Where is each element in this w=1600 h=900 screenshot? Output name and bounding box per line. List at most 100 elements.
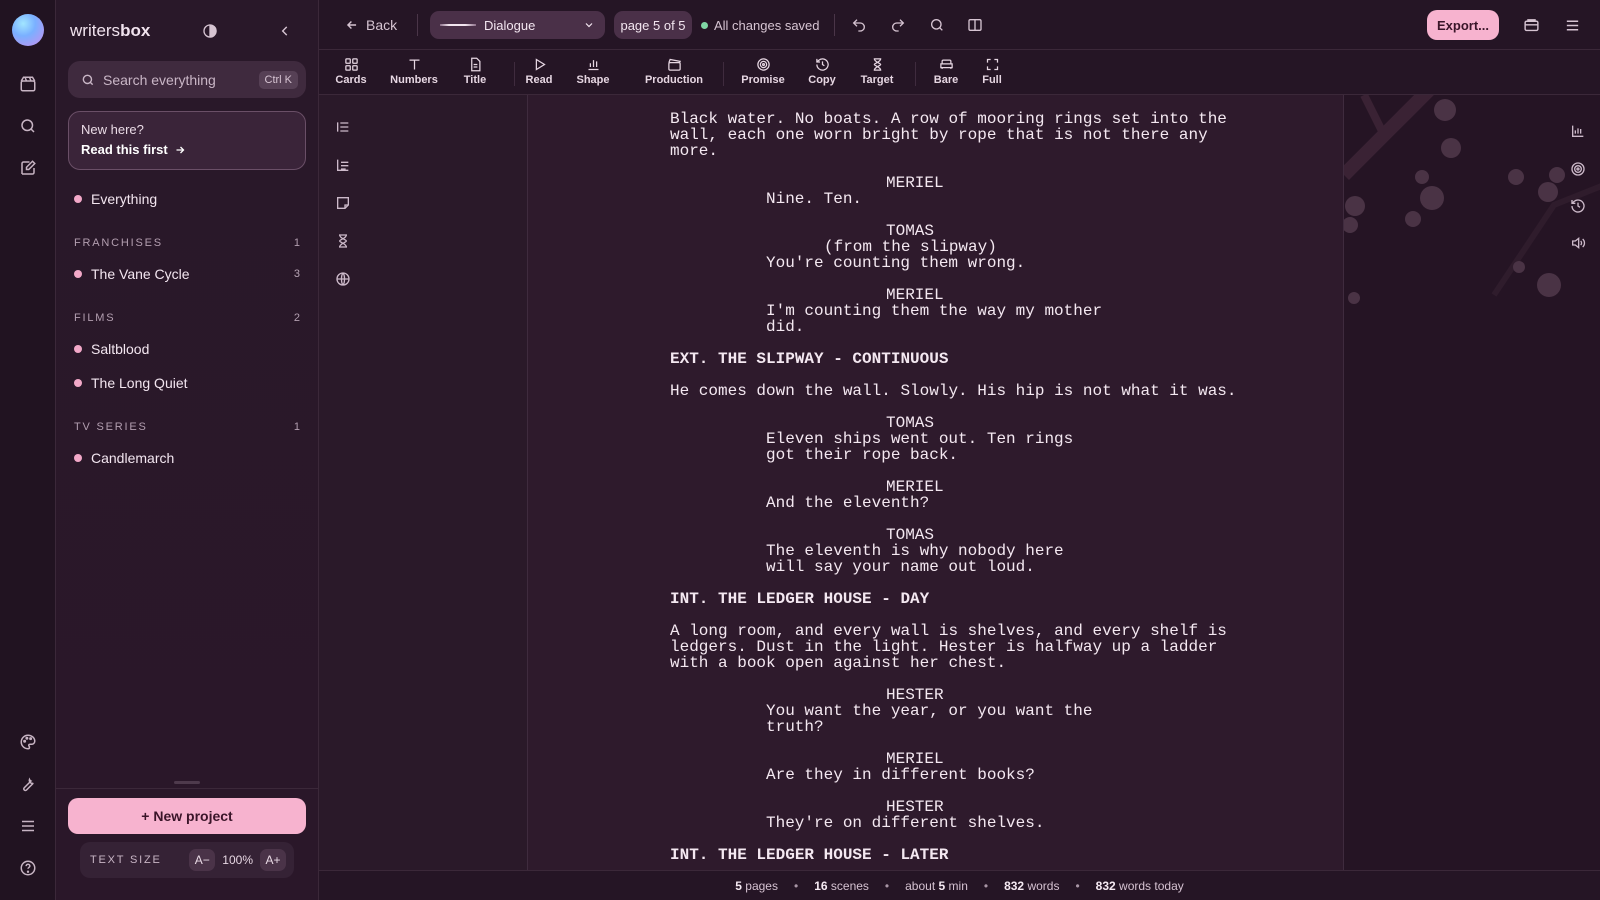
script-dialogue-line[interactable]: Nine. Ten. bbox=[670, 191, 1237, 207]
script-action-line[interactable]: Black water. No boats. A row of mooring … bbox=[670, 111, 1237, 127]
script-scene-line[interactable]: EXT. THE SLIPWAY - CONTINUOUS bbox=[670, 351, 1237, 367]
script-action-line[interactable]: ledgers. Dust in the light. Hester is ha… bbox=[670, 639, 1237, 655]
shape-tool-button[interactable]: Shape bbox=[563, 57, 623, 86]
script-dialogue-line[interactable]: They're on different shelves. bbox=[670, 815, 1237, 831]
section-header-tv-series: TV SERIES 1 bbox=[74, 421, 300, 433]
script-page[interactable]: Black water. No boats. A row of mooring … bbox=[527, 95, 1344, 870]
bullet-dot bbox=[74, 345, 82, 353]
script-character-line[interactable]: MERIEL bbox=[670, 751, 1237, 767]
search-input[interactable]: Search everything Ctrl K bbox=[68, 61, 306, 98]
script-dialogue-line[interactable]: You're counting them wrong. bbox=[670, 255, 1237, 271]
script-character-line[interactable]: MERIEL bbox=[670, 175, 1237, 191]
promise-tool-button[interactable]: Promise bbox=[733, 57, 793, 86]
production-tool-button[interactable]: Production bbox=[634, 57, 714, 86]
script-character-line[interactable]: TOMAS bbox=[670, 223, 1237, 239]
new-project-button[interactable]: + New project bbox=[68, 798, 306, 834]
title-tool-button[interactable]: Title bbox=[445, 57, 505, 86]
sidebar-item-everything[interactable]: Everything bbox=[74, 191, 300, 207]
script-parenthetical-line[interactable]: (from the slipway) bbox=[670, 239, 1237, 255]
sidebar-item-saltblood[interactable]: Saltblood bbox=[74, 341, 300, 357]
status-bar: 5 pages • 16 scenes • about 5 min • 832 … bbox=[319, 870, 1600, 900]
text-size-increase-button[interactable]: A+ bbox=[260, 849, 286, 871]
read-tool-button[interactable]: Read bbox=[509, 57, 569, 86]
script-character-line[interactable]: MERIEL bbox=[670, 287, 1237, 303]
script-dialogue-line[interactable]: I'm counting them the way my mother bbox=[670, 303, 1237, 319]
editor-area: Back Dialogue page 5 of 5 All changes sa… bbox=[319, 0, 1600, 900]
palette-icon[interactable] bbox=[16, 730, 40, 754]
globe-icon[interactable] bbox=[332, 268, 354, 290]
text-size-value: 100% bbox=[222, 853, 253, 867]
menu-icon[interactable] bbox=[16, 814, 40, 838]
chart-icon bbox=[588, 60, 598, 71]
write-icon[interactable] bbox=[16, 156, 40, 180]
target-tool-button[interactable]: Target bbox=[847, 57, 907, 86]
export-button[interactable]: Export... bbox=[1427, 10, 1500, 40]
text-size-decrease-button[interactable]: A− bbox=[189, 849, 216, 871]
back-button[interactable]: Back bbox=[345, 13, 397, 37]
help-icon[interactable] bbox=[16, 856, 40, 880]
script-dialogue-line[interactable]: You want the year, or you want the bbox=[670, 703, 1237, 719]
search-icon[interactable] bbox=[16, 114, 40, 138]
audio-speaker-icon[interactable] bbox=[1567, 232, 1589, 254]
script-dialogue-line[interactable]: Eleven ships went out. Ten rings bbox=[670, 431, 1237, 447]
script-dialogue-line[interactable]: truth? bbox=[670, 719, 1237, 735]
screenplay-text[interactable]: Black water. No boats. A row of mooring … bbox=[670, 111, 1237, 863]
onboarding-title: New here? bbox=[81, 122, 144, 137]
onboarding-link[interactable]: Read this first bbox=[81, 142, 293, 157]
script-dialogue-line[interactable]: And the eleventh? bbox=[670, 495, 1237, 511]
script-character-line[interactable]: HESTER bbox=[670, 799, 1237, 815]
app-logo[interactable] bbox=[12, 14, 44, 46]
script-action-line[interactable]: more. bbox=[670, 143, 1237, 159]
outline-list-icon[interactable] bbox=[332, 116, 354, 138]
script-character-line[interactable]: HESTER bbox=[670, 687, 1237, 703]
script-character-line[interactable]: MERIEL bbox=[670, 479, 1237, 495]
theme-toggle-icon[interactable] bbox=[199, 20, 221, 42]
find-icon[interactable] bbox=[929, 13, 945, 37]
brand-wordmark: writersbox bbox=[70, 21, 151, 40]
script-character-line[interactable]: TOMAS bbox=[670, 415, 1237, 431]
script-character-line[interactable]: TOMAS bbox=[670, 527, 1237, 543]
redo-icon[interactable] bbox=[890, 13, 906, 37]
script-action-line[interactable]: A long room, and every wall is shelves, … bbox=[670, 623, 1237, 639]
script-action-line[interactable]: with a book open against her chest. bbox=[670, 655, 1237, 671]
cards-tool-button[interactable]: Cards bbox=[321, 57, 381, 86]
script-action-line[interactable]: He comes down the wall. Slowly. His hip … bbox=[670, 383, 1237, 399]
history-icon bbox=[815, 58, 829, 71]
copy-tool-button[interactable]: Copy bbox=[792, 57, 852, 86]
undo-icon[interactable] bbox=[851, 13, 867, 37]
script-scene-line[interactable]: INT. THE LEDGER HOUSE - DAY bbox=[670, 591, 1237, 607]
scene-list-icon[interactable] bbox=[332, 154, 354, 176]
script-scene-line[interactable]: INT. THE LEDGER HOUSE - LATER bbox=[670, 847, 1237, 863]
wrench-icon[interactable] bbox=[16, 772, 40, 796]
collapse-sidebar-icon[interactable] bbox=[274, 20, 296, 42]
fullscreen-icon bbox=[986, 58, 998, 71]
script-dialogue-line[interactable]: Are they in different books? bbox=[670, 767, 1237, 783]
resize-handle[interactable] bbox=[174, 781, 200, 784]
sidebar-item-candlemarch[interactable]: Candlemarch bbox=[74, 450, 300, 466]
numbers-tool-button[interactable]: Numbers bbox=[384, 57, 444, 86]
panel-icon[interactable] bbox=[1523, 13, 1540, 37]
projects-icon[interactable] bbox=[16, 72, 40, 96]
version-history-icon[interactable] bbox=[1567, 195, 1589, 217]
script-dialogue-line[interactable]: got their rope back. bbox=[670, 447, 1237, 463]
more-menu-icon[interactable] bbox=[1564, 13, 1581, 37]
element-type-select[interactable]: Dialogue bbox=[430, 11, 605, 39]
script-dialogue-line[interactable]: did. bbox=[670, 319, 1237, 335]
stats-chart-icon[interactable] bbox=[1567, 120, 1589, 142]
goal-target-icon[interactable] bbox=[1567, 158, 1589, 180]
full-tool-button[interactable]: Full bbox=[962, 57, 1022, 86]
script-dialogue-line[interactable]: will say your name out loud. bbox=[670, 559, 1237, 575]
timer-hourglass-icon[interactable] bbox=[332, 230, 354, 252]
script-action-line[interactable]: wall, each one worn bright by rope that … bbox=[670, 127, 1237, 143]
notes-icon[interactable] bbox=[332, 192, 354, 214]
sidebar-item-the-vane-cycle[interactable]: The Vane Cycle 3 bbox=[74, 266, 300, 282]
script-dialogue-line[interactable]: The eleventh is why nobody here bbox=[670, 543, 1237, 559]
onboarding-card[interactable]: New here? Read this first bbox=[68, 111, 306, 170]
sidebar-item-the-long-quiet[interactable]: The Long Quiet bbox=[74, 375, 300, 391]
split-view-icon[interactable] bbox=[967, 13, 983, 37]
search-shortcut: Ctrl K bbox=[258, 70, 298, 89]
